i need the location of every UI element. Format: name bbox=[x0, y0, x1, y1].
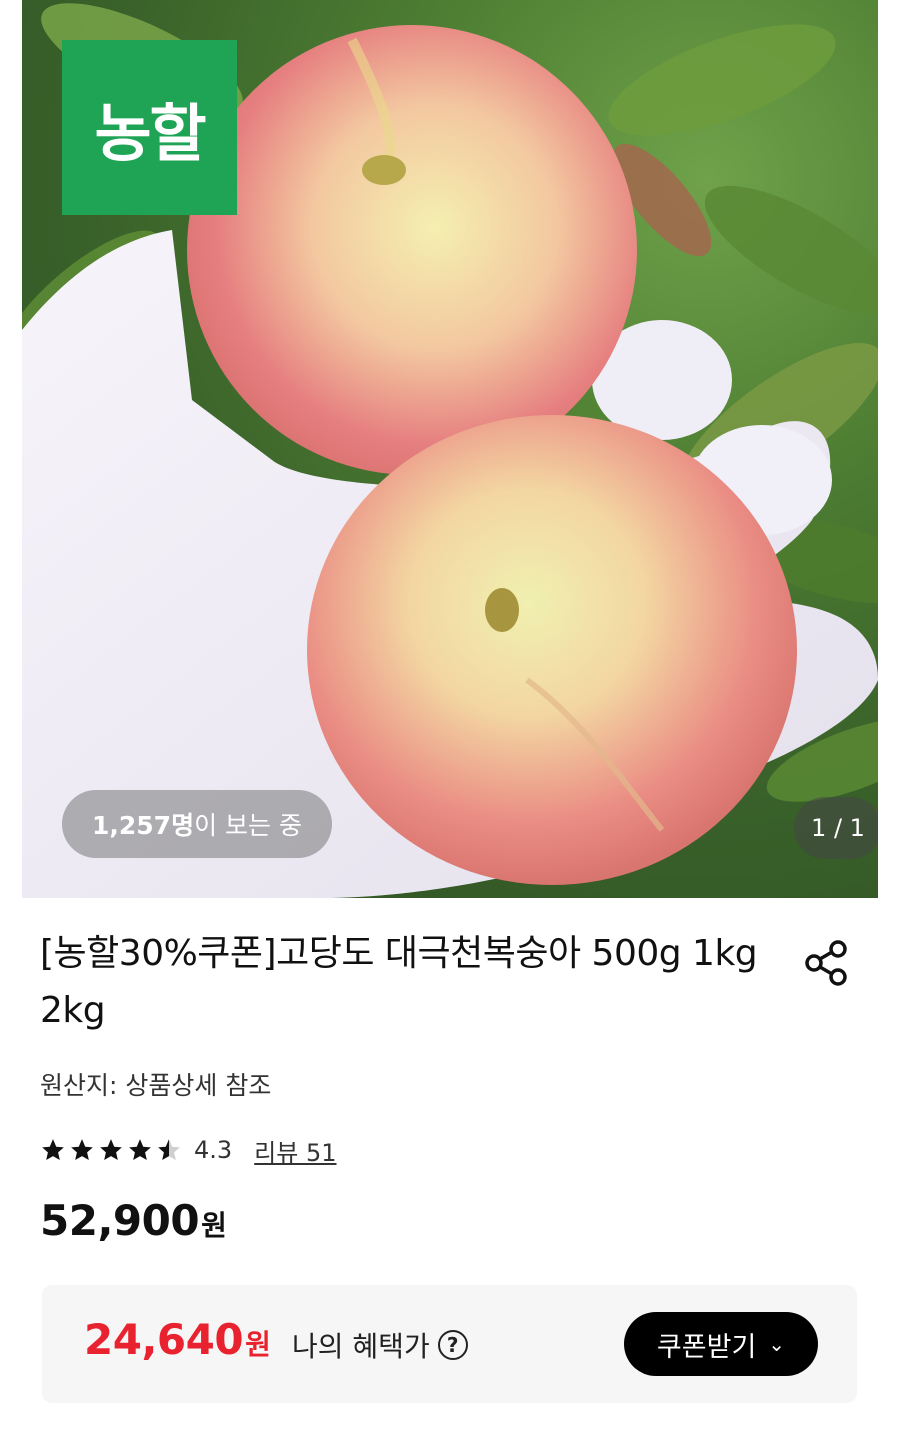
rating-value: 4.3 bbox=[194, 1136, 233, 1164]
star-icon bbox=[129, 1139, 151, 1160]
viewers-suffix: 이 보는 중 bbox=[194, 811, 302, 840]
star-half-icon bbox=[158, 1139, 180, 1160]
benefit-price-value: 24,640 bbox=[84, 1315, 244, 1364]
original-price-unit: 원 bbox=[201, 1209, 227, 1242]
rating-row: 4.3 리뷰 51 bbox=[40, 1133, 337, 1167]
get-coupon-label: 쿠폰받기 bbox=[656, 1331, 757, 1363]
origin-info: 원산지: 상품상세 참조 bbox=[40, 1071, 272, 1100]
benefit-label-text: 나의 혜택가 bbox=[292, 1330, 430, 1363]
review-link[interactable]: 리뷰 51 bbox=[254, 1133, 336, 1168]
brand-badge: 농할 bbox=[62, 40, 237, 215]
star-icon bbox=[71, 1139, 93, 1160]
benefit-label: 나의 혜택가 ? bbox=[292, 1325, 468, 1365]
image-page-indicator: 1 / 1 bbox=[794, 797, 878, 859]
viewers-count-badge: 1,257명 이 보는 중 bbox=[62, 790, 332, 858]
product-title: [농할30%쿠폰]고당도 대극천복숭아 500g 1kg 2kg bbox=[40, 933, 758, 1031]
get-coupon-button[interactable]: 쿠폰받기 ⌄ bbox=[624, 1312, 818, 1376]
original-price: 52,900원 bbox=[40, 1196, 227, 1245]
original-price-value: 52,900 bbox=[40, 1196, 200, 1245]
star-rating bbox=[40, 1137, 182, 1163]
benefit-price: 24,640원 bbox=[84, 1315, 271, 1364]
star-icon bbox=[42, 1139, 64, 1160]
chevron-down-icon: ⌄ bbox=[768, 1332, 786, 1356]
share-icon bbox=[805, 940, 847, 986]
product-image[interactable]: 농할 1,257명 이 보는 중 1 / 1 bbox=[22, 0, 878, 898]
question-circle-icon[interactable]: ? bbox=[437, 1330, 468, 1360]
benefit-price-unit: 원 bbox=[245, 1328, 271, 1361]
viewers-count: 1,257명 bbox=[92, 811, 195, 840]
benefit-price-box: 24,640원 나의 혜택가 ? 쿠폰받기 ⌄ bbox=[42, 1285, 857, 1403]
star-icon bbox=[100, 1139, 122, 1160]
share-button[interactable] bbox=[800, 935, 856, 991]
